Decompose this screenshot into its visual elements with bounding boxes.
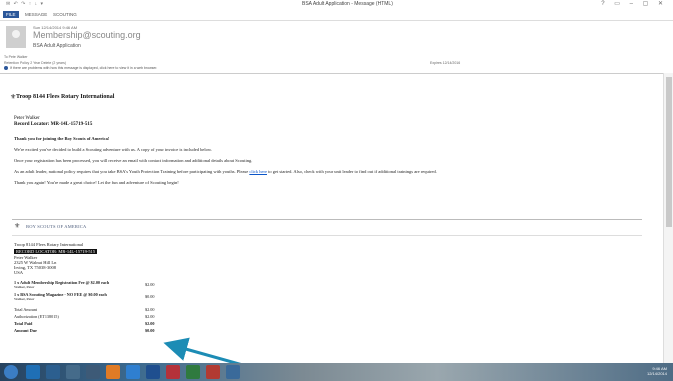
sender-avatar (6, 26, 26, 48)
info-bar[interactable]: If there are problems with how this mess… (4, 66, 158, 71)
app-icon[interactable] (86, 365, 100, 379)
invoice-line-value: $2.00 (145, 282, 155, 287)
amount-due-label: Amount Due (14, 328, 37, 333)
divider (12, 235, 642, 236)
tab-scouting[interactable]: SCOUTING (50, 11, 80, 18)
total-amount-label: Total Amount (14, 307, 38, 312)
tab-file[interactable]: FILE (3, 11, 19, 18)
retention-policy: Retention Policy 2 Year Delete (2 years) (4, 61, 67, 65)
youth-protection-link[interactable]: click here (249, 169, 267, 174)
info-text: If there are problems with how this mess… (10, 66, 158, 70)
tab-message[interactable]: MESSAGE (22, 11, 50, 18)
excel-icon[interactable] (186, 365, 200, 379)
divider (12, 219, 642, 220)
paragraph-4: Thank you again! You're made a great cho… (14, 180, 179, 185)
vertical-scrollbar[interactable] (663, 73, 673, 363)
taskbar: 9:46 AM 12/14/2014 (0, 363, 673, 381)
authorization-value: $2.00 (145, 314, 155, 319)
app-icon[interactable] (226, 365, 240, 379)
total-paid-label: Total Paid (14, 321, 33, 326)
expires: Expires 12/14/2016 (430, 61, 461, 65)
sender-address[interactable]: Membership@scouting.org (33, 30, 141, 40)
authorization-label: Authorization (ET138015) (14, 314, 59, 319)
recipient[interactable]: To Pete Walker (4, 55, 28, 59)
paragraph-1: We're excited you've decided to build a … (14, 147, 212, 152)
thanks-heading: Thank you for joining the Boy Scouts of … (14, 136, 110, 141)
ie-icon[interactable] (26, 365, 40, 379)
system-tray-clock[interactable]: 9:46 AM 12/14/2014 (647, 366, 667, 376)
media-icon[interactable] (106, 365, 120, 379)
ribbon: FILE MESSAGE SCOUTING (0, 10, 673, 21)
record-locator: Record Locator: MR-14L-15719-515 (14, 122, 93, 127)
address-line: USA (14, 270, 24, 275)
start-button-icon[interactable] (4, 365, 18, 379)
quick-access-icons[interactable]: ✉ ↶ ↷ ↑ ↓ ▾ (6, 1, 44, 7)
bsa-logo-text: BOY SCOUTS OF AMERICA (26, 224, 87, 229)
invoice-line: 1 x BSA Scouting Magazine - NO FEE @ $0.… (14, 292, 107, 301)
outlook-icon[interactable] (126, 365, 140, 379)
paragraph-3: As an adult leader, national policy requ… (14, 169, 437, 174)
invoice-line-sub: Walker, Peter (14, 285, 35, 289)
scrollbar-thumb[interactable] (666, 77, 672, 227)
bsa-logo-icon: ⚜ (14, 222, 21, 230)
info-icon (4, 66, 8, 71)
explorer-icon[interactable] (46, 365, 60, 379)
invoice-line: 1 x Adult Membership Registration Fee @ … (14, 280, 109, 289)
window-title: BSA Adult Application - Message (HTML) (302, 1, 393, 7)
message-body: ⚜ Troop 8144 Flees Rotary International … (0, 73, 663, 364)
access-icon[interactable] (166, 365, 180, 379)
total-paid-value: $2.00 (145, 321, 155, 326)
message-header: Sun 12/14/2014 9:46 AM Membership@scouti… (0, 21, 673, 73)
invoice-line-value: $0.00 (145, 294, 155, 299)
paragraph-2: Once your registration has been processe… (14, 158, 253, 163)
powerpoint-icon[interactable] (206, 365, 220, 379)
message-subject: BSA Adult Application (33, 43, 81, 49)
member-name: Peter Walker (14, 116, 40, 121)
total-amount-value: $2.00 (145, 307, 155, 312)
window-controls[interactable]: ? ▭ – ▢ ✕ (601, 0, 667, 7)
clock-date: 12/14/2014 (646, 371, 667, 376)
invoice-line-sub: Walker, Peter (14, 297, 35, 301)
app-icon[interactable] (66, 365, 80, 379)
invoice-org: Troop 8144 Flees Rotary International (14, 242, 84, 247)
invoice-record-locator: RECORD LOCATOR: MR-14L-15719-515 (14, 249, 98, 254)
troop-name: Troop 8144 Flees Rotary International (16, 94, 115, 100)
paragraph-3-pre: As an adult leader, national policy requ… (14, 169, 249, 174)
word-icon[interactable] (146, 365, 160, 379)
amount-due-value: $0.00 (145, 328, 155, 333)
paragraph-3-post: to get started. Also, check with your un… (268, 169, 437, 174)
